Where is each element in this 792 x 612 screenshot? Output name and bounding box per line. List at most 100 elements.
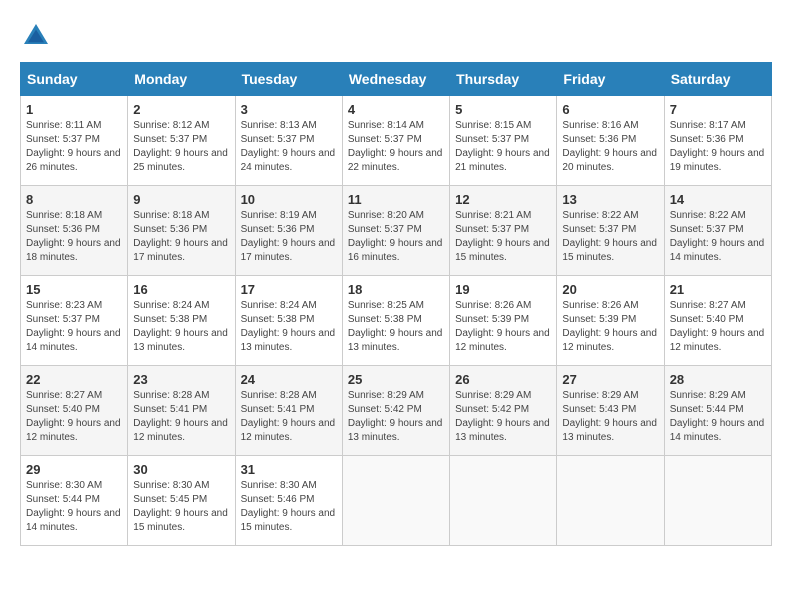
daylight-text: Daylight: 9 hours and 12 minutes. [670,327,766,355]
day-number: 11 [348,192,444,207]
sunrise-text: Sunrise: 8:25 AM [348,299,444,313]
cell-content: Sunrise: 8:30 AMSunset: 5:44 PMDaylight:… [26,479,122,535]
sunset-text: Sunset: 5:41 PM [133,403,229,417]
day-number: 24 [241,372,337,387]
sunset-text: Sunset: 5:44 PM [670,403,766,417]
day-number: 21 [670,282,766,297]
day-number: 19 [455,282,551,297]
col-sunday: Sunday [21,63,128,96]
cell-content: Sunrise: 8:29 AMSunset: 5:42 PMDaylight:… [348,389,444,445]
calendar-cell: 19Sunrise: 8:26 AMSunset: 5:39 PMDayligh… [450,276,557,366]
sunrise-text: Sunrise: 8:19 AM [241,209,337,223]
day-number: 23 [133,372,229,387]
daylight-text: Daylight: 9 hours and 12 minutes. [562,327,658,355]
cell-content: Sunrise: 8:19 AMSunset: 5:36 PMDaylight:… [241,209,337,265]
day-number: 15 [26,282,122,297]
daylight-text: Daylight: 9 hours and 13 minutes. [133,327,229,355]
day-number: 26 [455,372,551,387]
sunrise-text: Sunrise: 8:30 AM [241,479,337,493]
cell-content: Sunrise: 8:29 AMSunset: 5:44 PMDaylight:… [670,389,766,445]
sunrise-text: Sunrise: 8:22 AM [670,209,766,223]
sunset-text: Sunset: 5:37 PM [348,133,444,147]
sunset-text: Sunset: 5:38 PM [133,313,229,327]
col-saturday: Saturday [664,63,771,96]
cell-content: Sunrise: 8:24 AMSunset: 5:38 PMDaylight:… [133,299,229,355]
day-number: 27 [562,372,658,387]
sunrise-text: Sunrise: 8:18 AM [133,209,229,223]
sunrise-text: Sunrise: 8:27 AM [670,299,766,313]
sunset-text: Sunset: 5:45 PM [133,493,229,507]
day-number: 17 [241,282,337,297]
daylight-text: Daylight: 9 hours and 14 minutes. [26,507,122,535]
sunset-text: Sunset: 5:36 PM [241,223,337,237]
calendar-cell: 16 Sunrise: 8:24 AMSunset: 5:38 PMDayligh… [128,276,235,366]
sunset-text: Sunset: 5:41 PM [241,403,337,417]
logo [20,20,56,52]
daylight-text: Daylight: 9 hours and 16 minutes. [348,237,444,265]
sunrise-text: Sunrise: 8:17 AM [670,119,766,133]
cell-content: Sunrise: 8:15 AMSunset: 5:37 PMDaylight:… [455,119,551,175]
calendar-cell: 10Sunrise: 8:19 AMSunset: 5:36 PMDayligh… [235,186,342,276]
daylight-text: Daylight: 9 hours and 12 minutes. [133,417,229,445]
daylight-text: Daylight: 9 hours and 14 minutes. [26,327,122,355]
daylight-text: Daylight: 9 hours and 13 minutes. [348,417,444,445]
calendar-cell [342,456,449,546]
logo-icon [20,20,52,52]
calendar-cell [450,456,557,546]
sunrise-text: Sunrise: 8:24 AM [241,299,337,313]
sunset-text: Sunset: 5:37 PM [26,313,122,327]
day-number: 2 [133,102,229,117]
cell-content: Sunrise: 8:18 AMSunset: 5:36 PMDaylight:… [133,209,229,265]
daylight-text: Daylight: 9 hours and 14 minutes. [670,237,766,265]
daylight-text: Daylight: 9 hours and 15 minutes. [455,237,551,265]
calendar-week-row: 15Sunrise: 8:23 AMSunset: 5:37 PMDayligh… [21,276,772,366]
day-number: 16 [133,282,229,297]
sunset-text: Sunset: 5:42 PM [455,403,551,417]
sunrise-text: Sunrise: 8:20 AM [348,209,444,223]
daylight-text: Daylight: 9 hours and 21 minutes. [455,147,551,175]
cell-content: Sunrise: 8:30 AMSunset: 5:45 PMDaylight:… [133,479,229,535]
sunrise-text: Sunrise: 8:30 AM [26,479,122,493]
day-number: 12 [455,192,551,207]
sunrise-text: Sunrise: 8:28 AM [133,389,229,403]
calendar-week-row: 22Sunrise: 8:27 AMSunset: 5:40 PMDayligh… [21,366,772,456]
calendar-cell: 26 Sunrise: 8:29 AMSunset: 5:42 PMDayligh… [450,366,557,456]
daylight-text: Daylight: 9 hours and 13 minutes. [455,417,551,445]
sunrise-text: Sunrise: 8:23 AM [26,299,122,313]
daylight-text: Daylight: 9 hours and 17 minutes. [133,237,229,265]
col-monday: Monday [128,63,235,96]
calendar-cell: 13Sunrise: 8:22 AMSunset: 5:37 PMDayligh… [557,186,664,276]
day-number: 22 [26,372,122,387]
day-number: 7 [670,102,766,117]
col-friday: Friday [557,63,664,96]
calendar-cell: 30 Sunrise: 8:30 AMSunset: 5:45 PMDayligh… [128,456,235,546]
cell-content: Sunrise: 8:24 AMSunset: 5:38 PMDaylight:… [241,299,337,355]
sunrise-text: Sunrise: 8:15 AM [455,119,551,133]
daylight-text: Daylight: 9 hours and 20 minutes. [562,147,658,175]
cell-content: Sunrise: 8:25 AMSunset: 5:38 PMDaylight:… [348,299,444,355]
calendar-cell [664,456,771,546]
calendar-cell: 28Sunrise: 8:29 AMSunset: 5:44 PMDayligh… [664,366,771,456]
sunrise-text: Sunrise: 8:18 AM [26,209,122,223]
calendar-cell: 23 Sunrise: 8:28 AMSunset: 5:41 PMDayligh… [128,366,235,456]
daylight-text: Daylight: 9 hours and 19 minutes. [670,147,766,175]
sunset-text: Sunset: 5:46 PM [241,493,337,507]
day-number: 31 [241,462,337,477]
cell-content: Sunrise: 8:28 AMSunset: 5:41 PMDaylight:… [241,389,337,445]
sunset-text: Sunset: 5:36 PM [133,223,229,237]
calendar-cell: 7Sunrise: 8:17 AMSunset: 5:36 PMDaylight… [664,96,771,186]
calendar-cell: 8Sunrise: 8:18 AMSunset: 5:36 PMDaylight… [21,186,128,276]
day-number: 25 [348,372,444,387]
day-number: 1 [26,102,122,117]
cell-content: Sunrise: 8:28 AMSunset: 5:41 PMDaylight:… [133,389,229,445]
daylight-text: Daylight: 9 hours and 22 minutes. [348,147,444,175]
calendar-cell: 21 Sunrise: 8:27 AMSunset: 5:40 PMDayligh… [664,276,771,366]
sunrise-text: Sunrise: 8:29 AM [455,389,551,403]
sunset-text: Sunset: 5:40 PM [670,313,766,327]
sunrise-text: Sunrise: 8:16 AM [562,119,658,133]
daylight-text: Daylight: 9 hours and 13 minutes. [241,327,337,355]
col-thursday: Thursday [450,63,557,96]
day-number: 30 [133,462,229,477]
daylight-text: Daylight: 9 hours and 15 minutes. [133,507,229,535]
sunrise-text: Sunrise: 8:26 AM [455,299,551,313]
